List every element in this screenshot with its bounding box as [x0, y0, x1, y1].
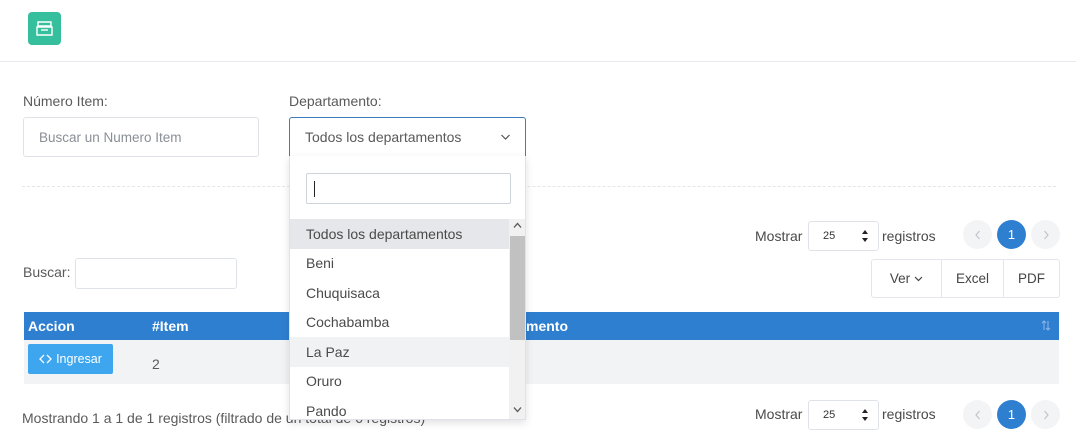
registros-label-bottom: registros — [882, 406, 936, 422]
page-length-select-top[interactable]: 25 — [808, 221, 879, 251]
prev-page-button-bottom[interactable] — [963, 400, 992, 429]
inbox-icon[interactable] — [28, 12, 61, 45]
page-1-button-bottom[interactable]: 1 — [997, 400, 1026, 429]
page-length-value-top: 25 — [823, 230, 836, 242]
table-header: Accion #Item mento — [24, 312, 1059, 340]
departamento-value: Todos los departamentos — [305, 129, 462, 145]
divider — [22, 186, 1056, 187]
page-1-button-top[interactable]: 1 — [997, 220, 1026, 249]
top-bar — [0, 0, 1076, 62]
col-item[interactable]: #Item — [152, 318, 189, 334]
dropdown-options: Todos los departamentos Beni Chuquisaca … — [290, 219, 509, 419]
option-beni[interactable]: Beni — [290, 249, 509, 279]
chevron-down-icon — [914, 276, 923, 282]
table-row: Ingresar 2 — [24, 340, 1059, 384]
sort-updown-icon — [862, 230, 868, 242]
mostrar-label-top: Mostrar — [755, 228, 803, 244]
page-length-select-bottom[interactable]: 25 — [808, 400, 879, 430]
option-la-paz[interactable]: La Paz — [290, 337, 509, 367]
numero-item-label: Número Item: — [23, 93, 108, 109]
chevron-left-icon — [974, 230, 980, 239]
chevron-right-icon — [1043, 230, 1049, 239]
departamento-dropdown: Todos los departamentos Beni Chuquisaca … — [289, 156, 526, 420]
numero-item-placeholder: Buscar un Numero Item — [39, 129, 182, 145]
ingresar-label: Ingresar — [56, 352, 102, 366]
text-caret — [314, 181, 315, 197]
option-chuquisaca[interactable]: Chuquisaca — [290, 278, 509, 308]
ver-button[interactable]: Ver — [872, 260, 942, 297]
sort-updown-icon — [862, 409, 868, 421]
chevron-right-icon — [1043, 410, 1049, 419]
buscar-label: Buscar: — [23, 264, 71, 280]
option-oruro[interactable]: Oruro — [290, 367, 509, 397]
scrollbar-thumb[interactable] — [510, 236, 525, 340]
chevron-left-icon — [974, 410, 980, 419]
option-cochabamba[interactable]: Cochabamba — [290, 308, 509, 338]
scroll-down-icon[interactable] — [513, 406, 522, 413]
buscar-input[interactable] — [75, 258, 237, 289]
excel-button[interactable]: Excel — [942, 260, 1004, 297]
prev-page-button-top[interactable] — [963, 220, 992, 249]
col-accion[interactable]: Accion — [28, 318, 75, 334]
export-button-group: Ver Excel PDF — [871, 259, 1060, 298]
registros-label-top: registros — [882, 228, 936, 244]
mostrar-label-bottom: Mostrar — [755, 406, 803, 422]
option-todos[interactable]: Todos los departamentos — [290, 219, 509, 249]
ver-label: Ver — [889, 271, 911, 286]
pdf-button[interactable]: PDF — [1004, 260, 1059, 297]
dropdown-scrollbar[interactable] — [509, 219, 525, 419]
numero-item-input[interactable]: Buscar un Numero Item — [23, 117, 259, 157]
ingresar-button[interactable]: Ingresar — [28, 344, 113, 374]
code-arrows-icon — [39, 354, 52, 364]
page-length-value-bottom: 25 — [823, 409, 836, 421]
departamento-select[interactable]: Todos los departamentos — [289, 117, 526, 157]
col-departamento[interactable]: mento — [526, 318, 568, 334]
sort-icon[interactable] — [1041, 319, 1051, 332]
dropdown-search-input[interactable] — [306, 173, 511, 204]
scroll-up-icon[interactable] — [513, 222, 522, 229]
next-page-button-bottom[interactable] — [1031, 400, 1060, 429]
option-pando[interactable]: Pando — [290, 396, 509, 419]
chevron-down-icon — [501, 134, 510, 140]
item-cell: 2 — [152, 356, 160, 372]
departamento-label: Departamento: — [289, 93, 382, 109]
next-page-button-top[interactable] — [1031, 220, 1060, 249]
